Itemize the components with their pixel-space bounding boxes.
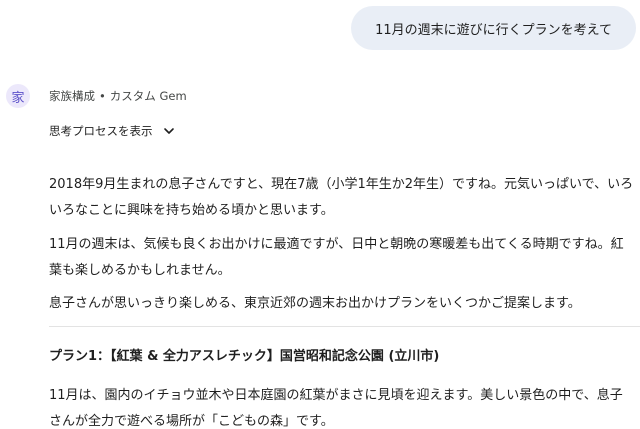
show-thinking-toggle[interactable]: 思考プロセスを表示 xyxy=(49,123,175,139)
response-paragraph: 2018年9月生まれの息子さんですと、現在7歳（小学1年生か2年生）ですね。元気… xyxy=(49,177,634,218)
plan-description: 11月は、園内のイチョウ並木や日本庭園の紅葉がまさに見頃を迎えます。美しい景色の… xyxy=(49,388,623,429)
section-divider xyxy=(49,326,640,327)
chevron-down-icon xyxy=(163,128,174,134)
gem-avatar: 家 xyxy=(6,84,30,108)
response-paragraph: 11月の週末は、気候も良くお出かけに最適ですが、日中と朝晩の寒暖差も出てくる時期… xyxy=(49,237,624,278)
meta-separator: • xyxy=(99,89,106,103)
plan-heading: プラン1：【紅葉 & 全力アスレチック】国営昭和記念公園 (立川市) xyxy=(49,349,440,364)
gem-name: 家族構成 xyxy=(49,89,95,103)
gem-type: カスタム Gem xyxy=(109,89,187,103)
user-message-bubble: 11月の週末に遊びに行くプランを考えて xyxy=(351,6,636,50)
assistant-header: 家族構成 • カスタム Gem xyxy=(49,88,187,104)
user-message-text: 11月の週末に遊びに行くプランを考えて xyxy=(375,22,612,38)
gem-avatar-char: 家 xyxy=(11,90,25,106)
show-thinking-label: 思考プロセスを表示 xyxy=(49,124,153,138)
response-paragraph: 息子さんが思いっきり楽しめる、東京近郊の週末お出かけプランをいくつかご提案します… xyxy=(49,296,581,311)
